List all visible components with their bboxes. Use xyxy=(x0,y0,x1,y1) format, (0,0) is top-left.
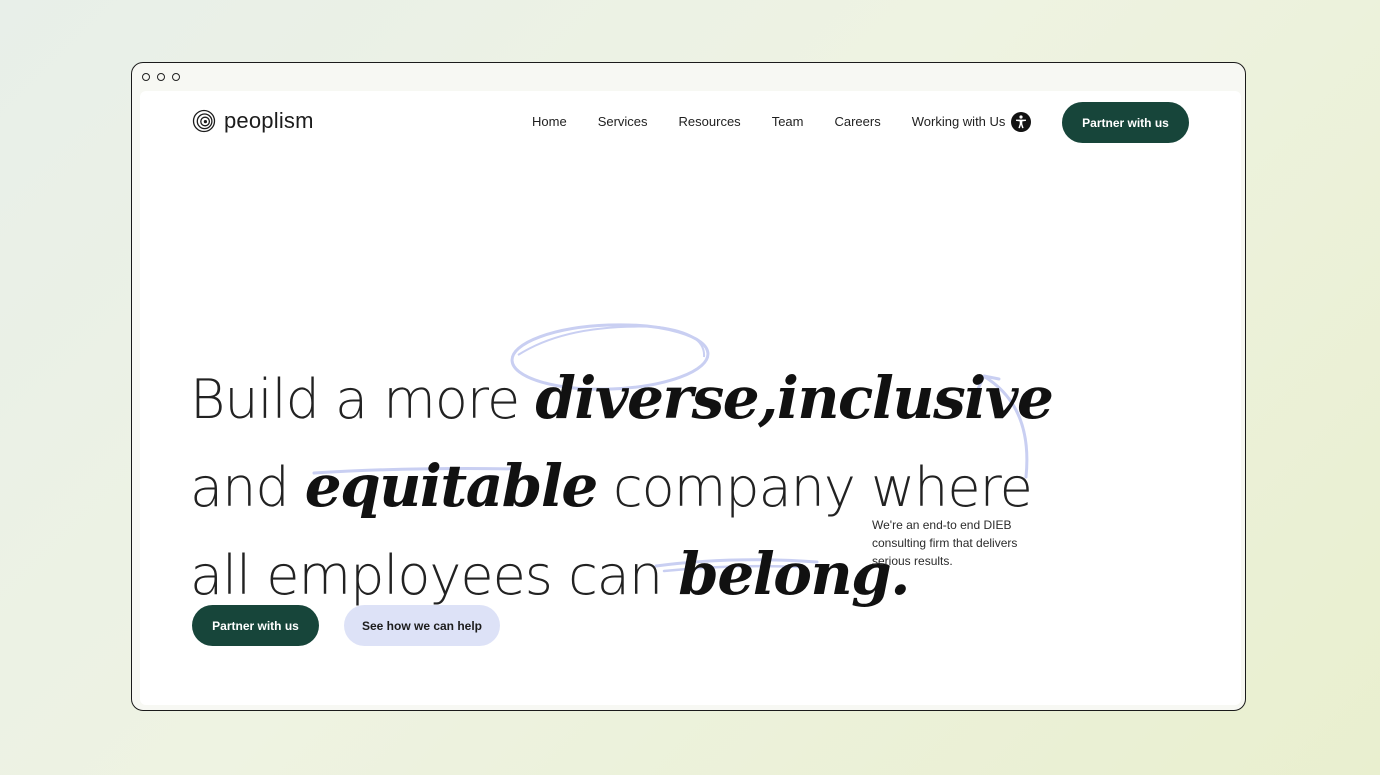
nav-careers[interactable]: Careers xyxy=(834,114,880,129)
nav-working-with-us[interactable]: Working with Us xyxy=(912,114,1006,129)
window-dot-maximize[interactable] xyxy=(172,73,180,81)
nav-partner-button[interactable]: Partner with us xyxy=(1062,102,1189,143)
main-nav: Home Services Resources Team Careers Wor… xyxy=(532,114,1005,129)
browser-window: peoplism Home Services Resources Team Ca… xyxy=(131,62,1246,711)
headline-text: Build a more xyxy=(190,368,536,432)
hero-headline: Build a more diverse,inclusive and equit… xyxy=(190,355,1054,619)
headline-script-word: equitable xyxy=(304,452,599,521)
headline-separator: , xyxy=(758,364,778,433)
window-controls xyxy=(142,73,180,81)
brand-name: peoplism xyxy=(224,108,314,133)
concentric-circles-logo-icon xyxy=(192,109,216,133)
headline-text: company where xyxy=(596,456,1033,520)
headline-text: all employees can xyxy=(190,544,679,608)
headline-script-word: inclusive xyxy=(776,364,1054,433)
headline-line-1: Build a more diverse,inclusive xyxy=(190,355,1054,443)
headline-script-word: diverse xyxy=(535,364,759,433)
nav-home[interactable]: Home xyxy=(532,114,567,129)
nav-services[interactable]: Services xyxy=(598,114,648,129)
see-how-we-can-help-button[interactable]: See how we can help xyxy=(344,605,500,646)
hero-tagline: We're an end-to end DIEB consulting firm… xyxy=(872,518,1018,568)
nav-team[interactable]: Team xyxy=(772,114,804,129)
window-dot-minimize[interactable] xyxy=(157,73,165,81)
headline-script-word: belong xyxy=(678,540,891,609)
window-dot-close[interactable] xyxy=(142,73,150,81)
brand-logo[interactable]: peoplism xyxy=(192,108,314,134)
nav-resources[interactable]: Resources xyxy=(679,114,741,129)
partner-with-us-button[interactable]: Partner with us xyxy=(192,605,319,646)
headline-text: and xyxy=(190,456,305,520)
accessibility-icon[interactable] xyxy=(1011,112,1031,132)
web-page: peoplism Home Services Resources Team Ca… xyxy=(140,91,1241,705)
